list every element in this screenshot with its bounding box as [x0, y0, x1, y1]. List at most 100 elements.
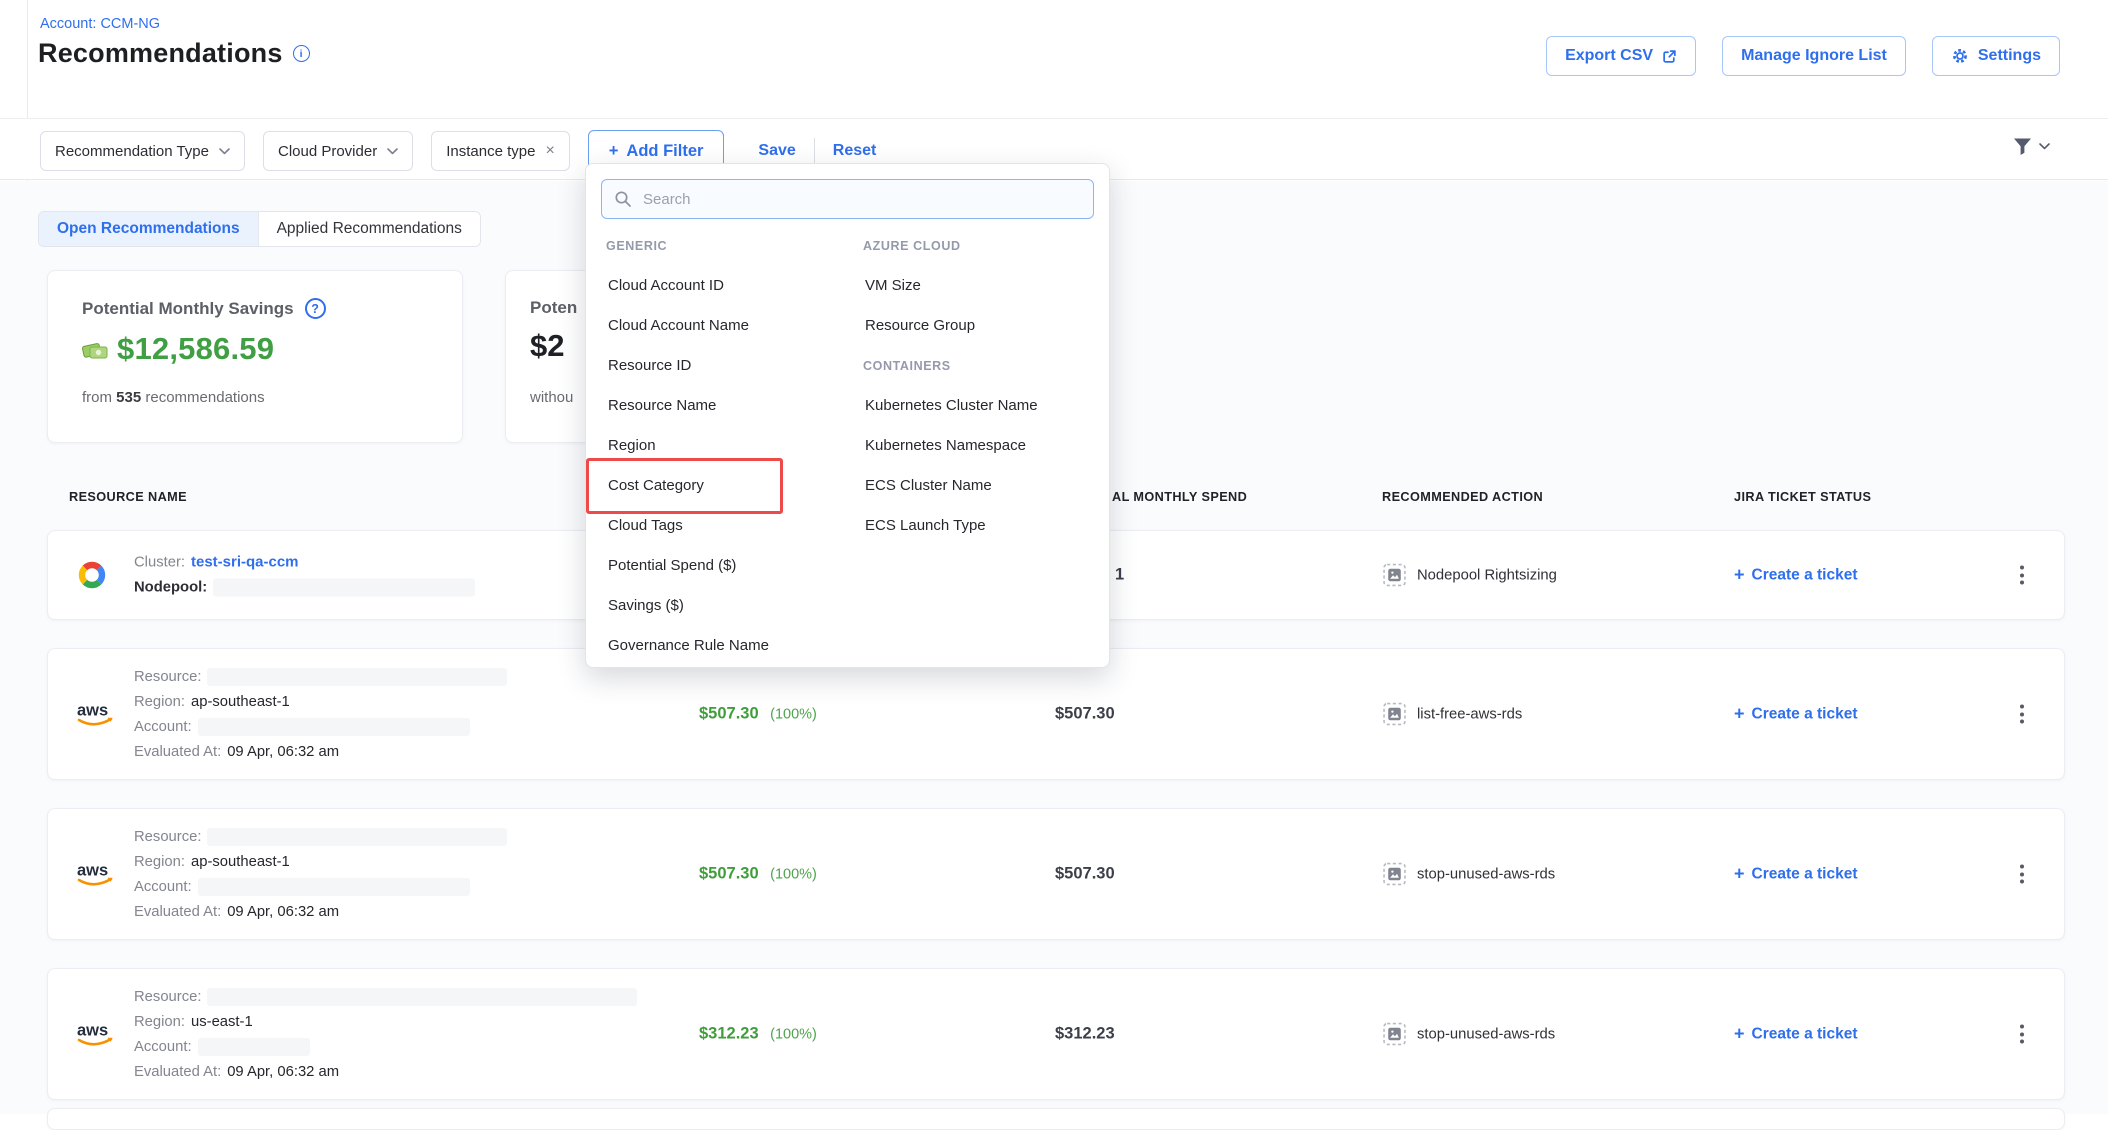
add-filter-dropdown: GENERIC Cloud Account ID Cloud Account N… [585, 163, 1110, 668]
search-input[interactable] [641, 190, 1081, 209]
filter-option-cloud-account-id[interactable]: Cloud Account ID [606, 266, 846, 306]
remove-filter-icon[interactable]: × [545, 142, 554, 160]
evaluated-label: Evaluated At: [134, 1064, 221, 1080]
create-ticket-button[interactable]: + Create a ticket [1734, 565, 1858, 586]
create-ticket-button[interactable]: + Create a ticket [1734, 704, 1858, 725]
cluster-name-link[interactable]: test-sri-qa-ccm [191, 554, 299, 571]
filter-panel-toggle[interactable] [2012, 137, 2050, 156]
info-icon[interactable]: i [293, 45, 310, 62]
filter-option-cost-category[interactable]: Cost Category [606, 466, 846, 506]
evaluated-label: Evaluated At: [134, 904, 221, 920]
tab-open-recommendations[interactable]: Open Recommendations [39, 212, 258, 246]
plus-icon: + [1734, 864, 1745, 885]
reset-filter-button[interactable]: Reset [833, 142, 877, 160]
filter-option-cloud-tags[interactable]: Cloud Tags [606, 506, 846, 546]
col-header-resource-name: RESOURCE NAME [69, 490, 187, 504]
save-reset-divider [814, 138, 815, 164]
plus-icon: + [1734, 704, 1745, 725]
filter-option-potential-spend[interactable]: Potential Spend ($) [606, 546, 846, 586]
svg-text:aws: aws [77, 862, 108, 880]
filter-option-resource-name[interactable]: Resource Name [606, 386, 846, 426]
row-menu-button[interactable] [2016, 861, 2028, 888]
section-header-containers: CONTAINERS [863, 346, 1103, 386]
filter-option-cloud-account-name[interactable]: Cloud Account Name [606, 306, 846, 346]
table-row[interactable]: aws Resource: Region:us-east-1 Account: … [47, 968, 2065, 1100]
create-ticket-label: Create a ticket [1752, 1025, 1858, 1043]
spend-card-sub-fragment: withou [530, 389, 573, 406]
account-label: Account: [134, 719, 192, 735]
savings-value: $312.23 [699, 1025, 759, 1043]
image-placeholder-icon [1383, 703, 1406, 726]
col-header-jira-ticket-status: JIRA TICKET STATUS [1734, 490, 1871, 504]
settings-label: Settings [1978, 47, 2041, 65]
chevron-down-icon [387, 148, 398, 155]
filter-option-governance-rule-name[interactable]: Governance Rule Name [606, 626, 846, 666]
evaluated-value: 09 Apr, 06:32 am [227, 904, 339, 920]
evaluated-label: Evaluated At: [134, 744, 221, 760]
region-label: Region: [134, 854, 185, 870]
savings-percent: (100%) [770, 867, 817, 883]
search-icon [614, 190, 632, 208]
svg-text:aws: aws [77, 702, 108, 720]
savings-card-title: Potential Monthly Savings [82, 299, 294, 319]
table-row[interactable]: aws Resource: Region:ap-southeast-1 Acco… [47, 808, 2065, 940]
filter-chip-instance-type[interactable]: Instance type × [431, 131, 570, 171]
row-menu-button[interactable] [2016, 1021, 2028, 1048]
help-icon[interactable]: ? [305, 298, 326, 319]
chip-label: Cloud Provider [278, 143, 377, 160]
filter-chip-recommendation-type[interactable]: Recommendation Type [40, 131, 245, 171]
savings-subtitle: from 535 recommendations [82, 389, 265, 406]
filter-option-ecs-cluster-name[interactable]: ECS Cluster Name [863, 466, 1103, 506]
filter-option-savings[interactable]: Savings ($) [606, 586, 846, 626]
filter-option-vm-size[interactable]: VM Size [863, 266, 1103, 306]
region-label: Region: [134, 1014, 185, 1030]
col-header-potential-monthly-spend: AL MONTHLY SPEND [1112, 490, 1247, 504]
evaluated-value: 09 Apr, 06:32 am [227, 744, 339, 760]
spend-card-title-fragment: Poten [530, 298, 577, 318]
resource-label: Resource: [134, 829, 201, 845]
recommended-action-value: stop-unused-aws-rds [1417, 866, 1555, 882]
redacted-value [198, 1038, 310, 1056]
gear-icon [1951, 47, 1969, 65]
create-ticket-label: Create a ticket [1752, 705, 1858, 723]
manage-ignore-list-button[interactable]: Manage Ignore List [1722, 36, 1906, 76]
page-title: Recommendations [38, 38, 283, 69]
monthly-spend-value: $507.30 [1055, 865, 1115, 884]
filter-option-resource-id[interactable]: Resource ID [606, 346, 846, 386]
create-ticket-label: Create a ticket [1752, 566, 1858, 584]
manage-ignore-list-label: Manage Ignore List [1741, 47, 1887, 65]
create-ticket-button[interactable]: + Create a ticket [1734, 1024, 1858, 1045]
region-value: us-east-1 [191, 1014, 253, 1030]
spend-card-amount-fragment: $2 [530, 328, 564, 364]
export-csv-button[interactable]: Export CSV [1546, 36, 1696, 76]
add-filter-label: Add Filter [626, 142, 703, 161]
row-menu-button[interactable] [2016, 562, 2028, 589]
filter-chip-cloud-provider[interactable]: Cloud Provider [263, 131, 413, 171]
row-menu-button[interactable] [2016, 701, 2028, 728]
savings-sub-suffix: recommendations [145, 389, 264, 406]
aws-icon: aws [74, 859, 120, 890]
region-value: ap-southeast-1 [191, 694, 290, 710]
image-placeholder-icon [1383, 564, 1406, 587]
aws-icon: aws [74, 699, 120, 730]
filter-option-resource-group[interactable]: Resource Group [863, 306, 1103, 346]
image-placeholder-icon [1383, 863, 1406, 886]
chevron-down-icon [219, 148, 230, 155]
section-header-generic: GENERIC [606, 226, 846, 266]
tab-applied-recommendations[interactable]: Applied Recommendations [258, 212, 480, 246]
filter-option-region[interactable]: Region [606, 426, 846, 466]
filter-option-kubernetes-namespace[interactable]: Kubernetes Namespace [863, 426, 1103, 466]
breadcrumb[interactable]: Account: CCM-NG [40, 16, 160, 32]
settings-button[interactable]: Settings [1932, 36, 2060, 76]
monthly-spend-value: $507.30 [1055, 705, 1115, 724]
save-filter-button[interactable]: Save [758, 142, 795, 160]
create-ticket-button[interactable]: + Create a ticket [1734, 864, 1858, 885]
redacted-value [207, 988, 637, 1006]
recommended-action-value: Nodepool Rightsizing [1417, 567, 1557, 583]
dropdown-search[interactable] [601, 179, 1094, 219]
money-icon [82, 338, 109, 361]
redacted-value [213, 579, 475, 597]
account-label: Account: [134, 1039, 192, 1055]
filter-option-ecs-launch-type[interactable]: ECS Launch Type [863, 506, 1103, 546]
filter-option-kubernetes-cluster-name[interactable]: Kubernetes Cluster Name [863, 386, 1103, 426]
